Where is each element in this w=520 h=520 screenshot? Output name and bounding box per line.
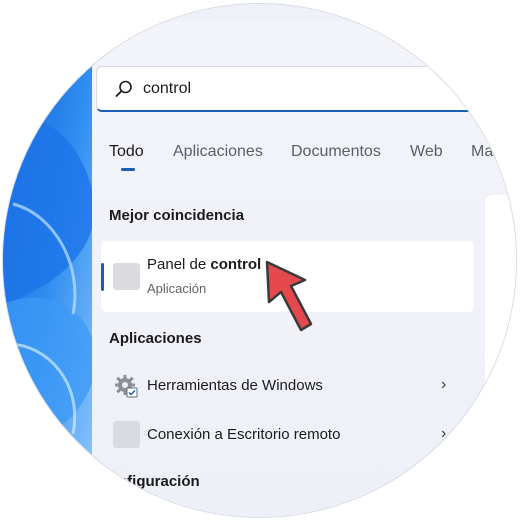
selection-indicator — [101, 263, 104, 291]
settings-heading: nfiguración — [118, 473, 200, 490]
active-tab-indicator — [121, 168, 135, 171]
search-icon — [115, 80, 132, 97]
pointer-arrow-icon — [265, 260, 313, 332]
app-result-windows-tools[interactable]: Herramientas de Windows — [147, 377, 323, 394]
preview-pane — [485, 195, 516, 517]
chevron-right-icon[interactable]: › — [441, 376, 446, 394]
search-query: control — [143, 80, 192, 97]
tab-web[interactable]: Web — [410, 143, 443, 161]
control-panel-icon — [113, 263, 140, 290]
gear-icon — [115, 375, 138, 398]
start-menu-clip: control Todo Aplicaciones Documentos Web… — [3, 4, 516, 517]
chevron-right-icon[interactable]: › — [441, 425, 446, 443]
best-match-title: Panel de control — [147, 256, 262, 273]
tab-todo[interactable]: Todo — [109, 143, 144, 161]
apps-heading: Aplicaciones — [109, 330, 202, 347]
tab-aplicaciones[interactable]: Aplicaciones — [173, 143, 263, 161]
best-match-heading: Mejor coincidencia — [109, 207, 245, 224]
search-input[interactable]: control — [96, 66, 516, 112]
app-result-remote-desktop[interactable]: Conexión a Escritorio remoto — [147, 426, 340, 443]
app-placeholder-icon — [113, 421, 140, 448]
tab-documentos[interactable]: Documentos — [291, 143, 381, 161]
tab-more[interactable]: Ma — [471, 143, 493, 161]
best-match-subtitle: Aplicación — [147, 281, 207, 296]
screenshot-stage: control Todo Aplicaciones Documentos Web… — [0, 0, 520, 520]
